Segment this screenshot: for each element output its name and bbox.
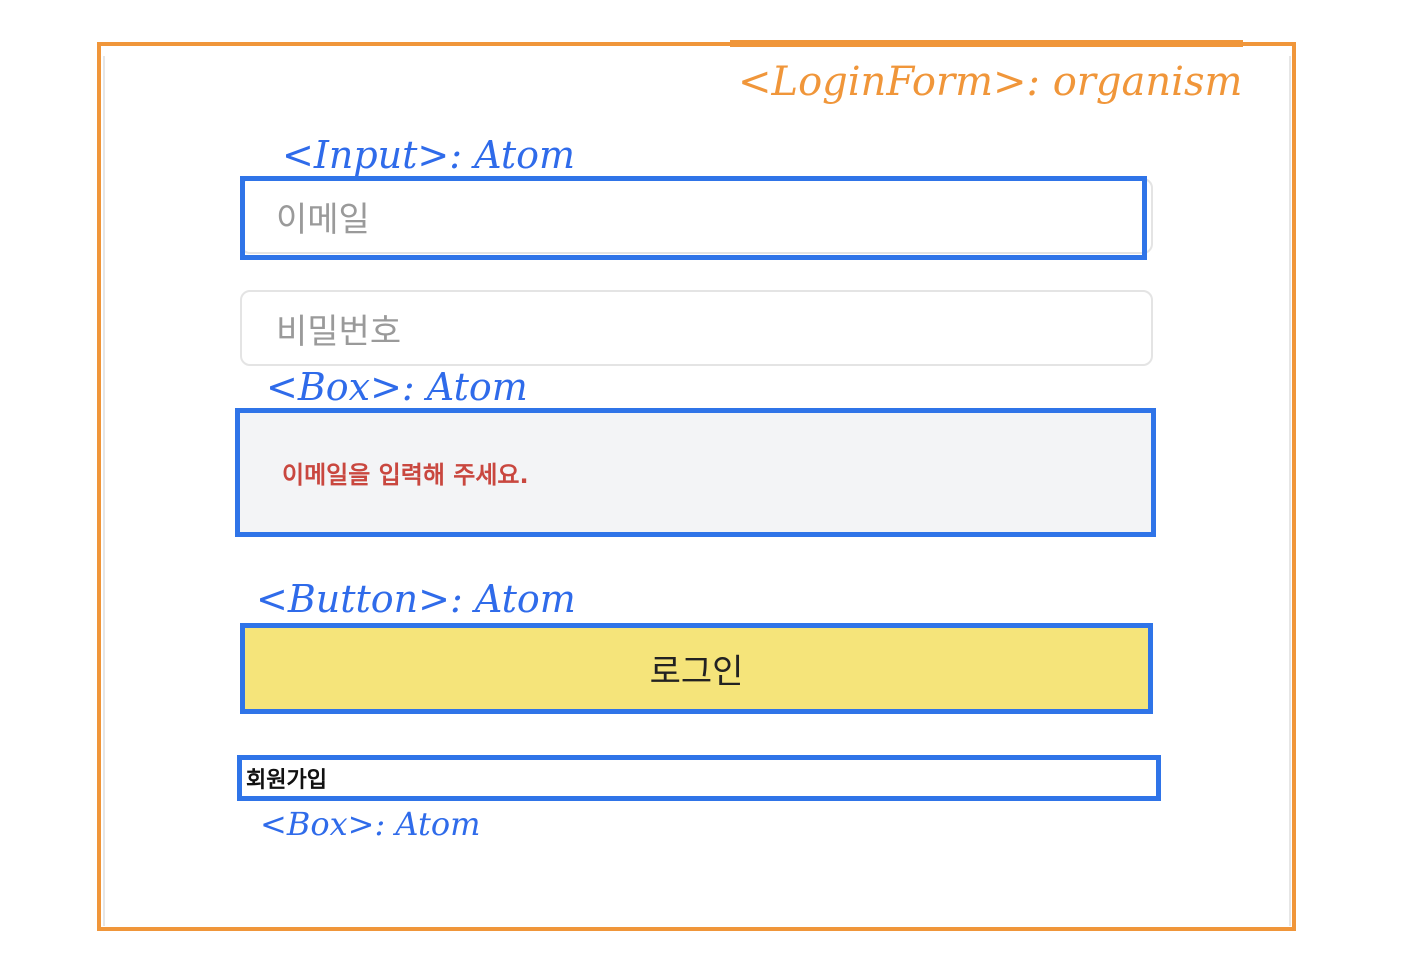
button-annotation: <Button>: Atom xyxy=(256,577,576,621)
signup-box-annotation: <Box>: Atom xyxy=(260,805,481,843)
signup-label: 회원가입 xyxy=(246,768,327,793)
signup-link[interactable]: 회원가입 xyxy=(237,755,1161,801)
inner-page-edge-right xyxy=(1289,56,1291,926)
error-message: 이메일을 입력해 주세요. xyxy=(282,461,529,489)
input-annotation: <Input>: Atom xyxy=(282,133,576,177)
login-button[interactable]: 로그인 xyxy=(240,623,1153,714)
inner-page-edge-left xyxy=(103,56,105,926)
login-form-annotation: <LoginForm>: organism xyxy=(738,59,1243,105)
error-message-box: 이메일을 입력해 주세요. xyxy=(235,408,1156,537)
organism-frame-top-stroke xyxy=(730,40,1243,47)
password-placeholder: 비밀번호 xyxy=(276,311,402,352)
error-box-annotation: <Box>: Atom xyxy=(266,365,528,409)
login-button-label: 로그인 xyxy=(649,652,744,692)
password-input[interactable]: 비밀번호 xyxy=(240,290,1153,366)
email-input-annotation-box xyxy=(240,176,1147,260)
